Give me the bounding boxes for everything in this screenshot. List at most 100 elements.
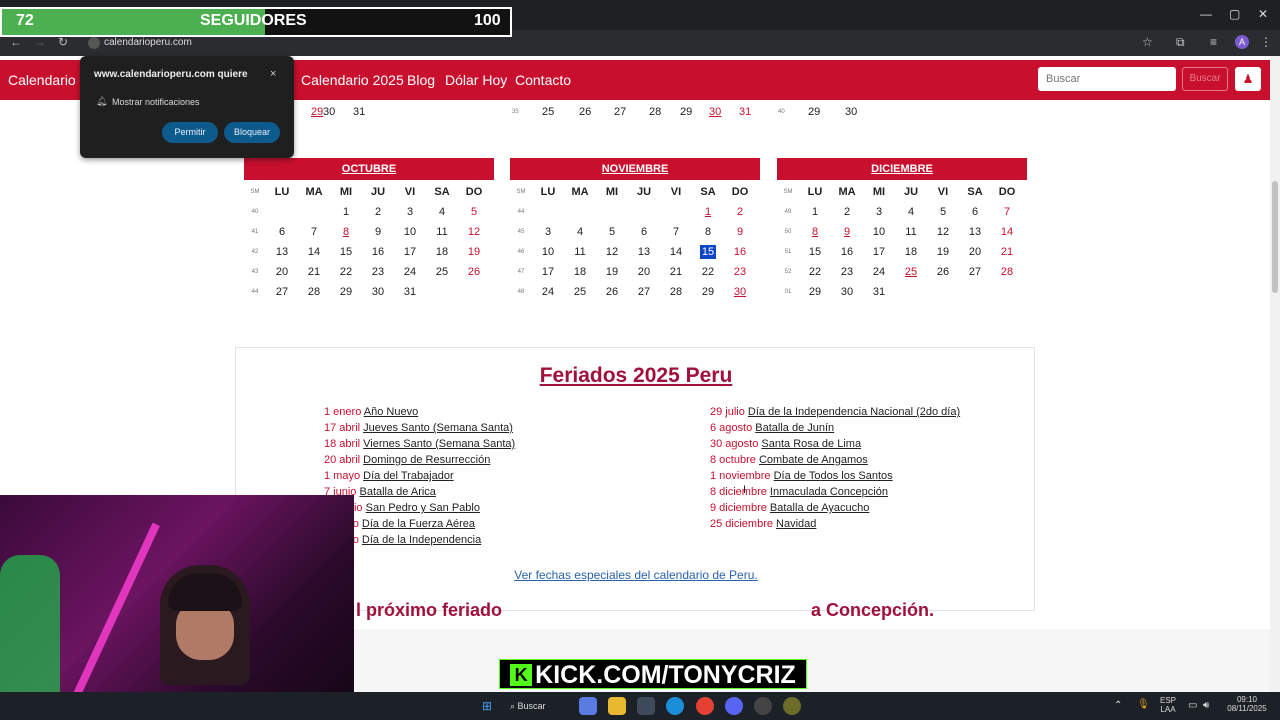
day-cell[interactable]: 31: [863, 282, 895, 302]
day-cell[interactable]: 31: [353, 106, 365, 118]
special-dates-link[interactable]: Ver fechas especiales del calendario de …: [236, 568, 1036, 582]
day-cell[interactable]: 14: [298, 242, 330, 262]
day-cell[interactable]: 12: [458, 222, 490, 242]
day-cell[interactable]: 27: [266, 282, 298, 302]
block-button[interactable]: Bloquear: [224, 122, 280, 143]
day-cell[interactable]: 5: [927, 202, 959, 222]
day-cell[interactable]: 6: [266, 222, 298, 242]
search-input[interactable]: [1038, 67, 1176, 91]
day-cell[interactable]: 17: [863, 242, 895, 262]
day-cell[interactable]: 16: [362, 242, 394, 262]
day-cell[interactable]: 8: [799, 222, 831, 242]
day-cell[interactable]: 18: [895, 242, 927, 262]
app-icon[interactable]: [783, 697, 801, 715]
reload-icon[interactable]: ↻: [58, 35, 68, 49]
clock[interactable]: 09:10 08/11/2025: [1222, 695, 1272, 713]
forward-icon[interactable]: →: [34, 35, 46, 49]
day-cell[interactable]: 16: [724, 242, 756, 262]
copilot-icon[interactable]: [579, 697, 597, 715]
day-cell[interactable]: 15: [692, 242, 724, 262]
media-icon[interactable]: ≡: [1210, 35, 1217, 49]
day-cell[interactable]: 21: [991, 242, 1023, 262]
tray-chevron-icon[interactable]: ⌃: [1114, 700, 1122, 711]
search-button[interactable]: Buscar: [1182, 67, 1228, 91]
day-cell[interactable]: 7: [991, 202, 1023, 222]
holiday-name-link[interactable]: Año Nuevo: [364, 406, 418, 418]
holiday-name-link[interactable]: Día de la Independencia: [362, 534, 481, 546]
site-info-icon[interactable]: [88, 37, 100, 49]
day-cell[interactable]: 7: [660, 222, 692, 242]
holiday-name-link[interactable]: Día de la Independencia Nacional (2do dí…: [748, 406, 960, 418]
day-cell[interactable]: 4: [895, 202, 927, 222]
day-cell[interactable]: 1: [799, 202, 831, 222]
obs-icon[interactable]: [754, 697, 772, 715]
day-cell[interactable]: 29: [799, 282, 831, 302]
day-cell[interactable]: 8: [692, 222, 724, 242]
holiday-name-link[interactable]: Navidad: [776, 518, 816, 530]
day-cell[interactable]: 20: [266, 262, 298, 282]
day-cell[interactable]: 23: [831, 262, 863, 282]
day-cell[interactable]: 4: [426, 202, 458, 222]
day-cell[interactable]: 27: [959, 262, 991, 282]
day-cell[interactable]: 31: [394, 282, 426, 302]
edge-icon[interactable]: [666, 697, 684, 715]
day-cell[interactable]: 27: [628, 282, 660, 302]
day-cell[interactable]: 9: [362, 222, 394, 242]
day-cell[interactable]: 20: [628, 262, 660, 282]
day-cell[interactable]: 24: [532, 282, 564, 302]
close-window-icon[interactable]: ✕: [1258, 7, 1268, 21]
day-cell[interactable]: 10: [532, 242, 564, 262]
day-cell[interactable]: 12: [596, 242, 628, 262]
day-cell[interactable]: 30: [323, 106, 335, 118]
bookmark-star-icon[interactable]: ☆: [1142, 35, 1153, 49]
holiday-name-link[interactable]: Día de la Fuerza Aérea: [362, 518, 475, 530]
volume-icon[interactable]: 🔊︎: [1203, 700, 1209, 711]
day-cell[interactable]: 10: [394, 222, 426, 242]
holiday-name-link[interactable]: Batalla de Junín: [755, 422, 834, 434]
day-cell[interactable]: 1: [692, 202, 724, 222]
day-cell[interactable]: 29: [311, 106, 323, 118]
day-cell[interactable]: 23: [362, 262, 394, 282]
day-cell[interactable]: 28: [660, 282, 692, 302]
day-cell[interactable]: 28: [991, 262, 1023, 282]
nav-blog[interactable]: Blog: [407, 72, 435, 88]
day-cell[interactable]: 6: [959, 202, 991, 222]
day-cell[interactable]: 14: [660, 242, 692, 262]
day-cell[interactable]: 3: [863, 202, 895, 222]
menu-icon[interactable]: ⋮: [1260, 35, 1272, 49]
holiday-name-link[interactable]: San Pedro y San Pablo: [366, 502, 480, 514]
day-cell[interactable]: 5: [596, 222, 628, 242]
holiday-name-link[interactable]: Santa Rosa de Lima: [761, 438, 861, 450]
day-cell[interactable]: 2: [724, 202, 756, 222]
day-cell[interactable]: 22: [692, 262, 724, 282]
holiday-name-link[interactable]: Domingo de Resurrección: [363, 454, 490, 466]
day-cell[interactable]: 30: [845, 106, 857, 118]
day-cell[interactable]: 28: [649, 106, 661, 118]
windows-start-icon[interactable]: ⊞: [478, 697, 496, 715]
extensions-icon[interactable]: ⧉: [1176, 35, 1185, 50]
day-cell[interactable]: 12: [927, 222, 959, 242]
holiday-name-link[interactable]: Combate de Angamos: [759, 454, 868, 466]
profile-avatar[interactable]: A: [1235, 35, 1249, 49]
day-cell[interactable]: 29: [680, 106, 692, 118]
day-cell[interactable]: 15: [799, 242, 831, 262]
day-cell[interactable]: 30: [362, 282, 394, 302]
day-cell[interactable]: 30: [709, 106, 721, 118]
allow-button[interactable]: Permitir: [162, 122, 218, 143]
holiday-name-link[interactable]: Batalla de Arica: [359, 486, 435, 498]
holidays-title[interactable]: Feriados 2025 Peru: [236, 364, 1036, 388]
day-cell[interactable]: 29: [330, 282, 362, 302]
day-cell[interactable]: 25: [426, 262, 458, 282]
day-cell[interactable]: 17: [532, 262, 564, 282]
microphone-icon[interactable]: 🎙︎: [1137, 699, 1150, 710]
day-cell[interactable]: 11: [895, 222, 927, 242]
nav-contacto[interactable]: Contacto: [515, 72, 571, 88]
taskbar-search[interactable]: ⌕ Buscar: [510, 697, 570, 715]
day-cell[interactable]: 9: [724, 222, 756, 242]
day-cell[interactable]: 18: [426, 242, 458, 262]
month-header[interactable]: DICIEMBRE: [777, 158, 1027, 180]
day-cell[interactable]: 3: [394, 202, 426, 222]
day-cell[interactable]: 24: [394, 262, 426, 282]
nav-calendario-2025[interactable]: Calendario 2025: [301, 72, 404, 88]
holiday-name-link[interactable]: Día del Trabajador: [363, 470, 454, 482]
